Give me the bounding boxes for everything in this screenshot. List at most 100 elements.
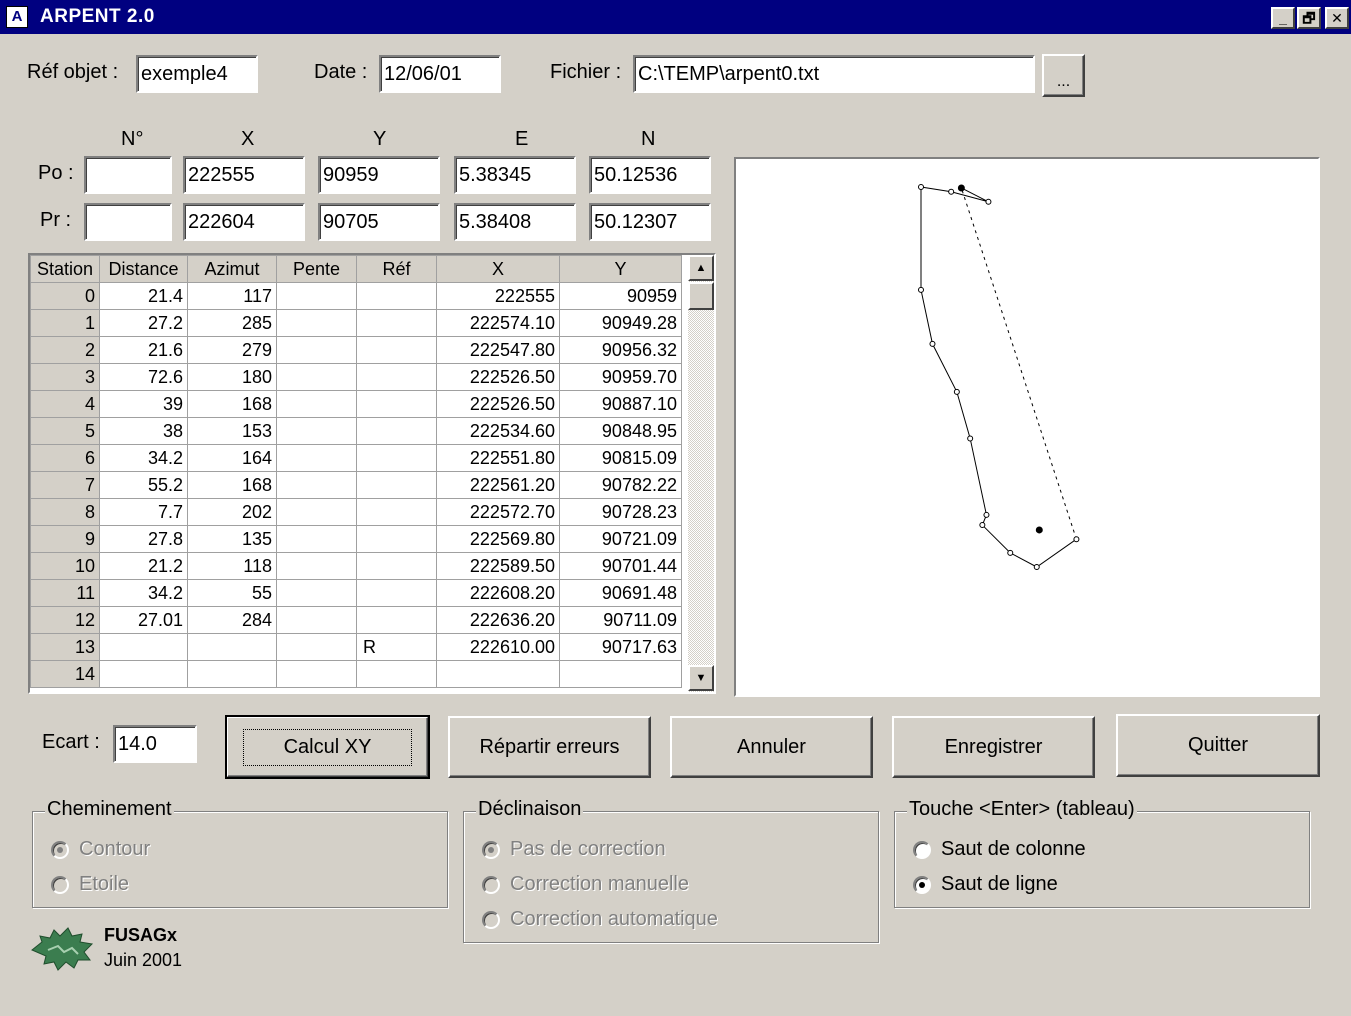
cell-pente[interactable] <box>276 552 357 580</box>
cell-pente[interactable] <box>276 633 357 661</box>
cell-station[interactable]: 6 <box>30 444 100 472</box>
cell-distance[interactable]: 72.6 <box>99 363 188 391</box>
cell-y[interactable]: 90728.23 <box>559 498 682 526</box>
table-row[interactable]: 12 27.01 284 222636.20 90711.09 <box>30 606 682 634</box>
cell-distance[interactable]: 7.7 <box>99 498 188 526</box>
station-point[interactable] <box>957 184 965 192</box>
traverse-plot[interactable] <box>734 157 1320 697</box>
cell-azimut[interactable] <box>187 633 277 661</box>
cell-x[interactable]: 222526.50 <box>436 390 560 418</box>
cell-ref[interactable] <box>356 336 437 364</box>
cell-distance[interactable]: 27.2 <box>99 309 188 337</box>
radio-correction-automatique[interactable]: Correction automatique <box>482 908 718 931</box>
table-row[interactable]: 3 72.6 180 222526.50 90959.70 <box>30 363 682 391</box>
radio-etoile-icon[interactable] <box>51 875 69 894</box>
cell-x[interactable]: 222608.20 <box>436 579 560 607</box>
cell-pente[interactable] <box>276 417 357 445</box>
cell-y[interactable]: 90701.44 <box>559 552 682 580</box>
cell-distance[interactable] <box>99 633 188 661</box>
radio-saut-ligne[interactable]: Saut de ligne <box>913 873 1058 896</box>
cell-azimut[interactable] <box>187 660 277 688</box>
restore-button[interactable]: 🗗 <box>1297 7 1321 29</box>
cell-y[interactable]: 90848.95 <box>559 417 682 445</box>
cell-azimut[interactable]: 117 <box>187 282 277 310</box>
cell-y[interactable]: 90815.09 <box>559 444 682 472</box>
cell-azimut[interactable]: 284 <box>187 606 277 634</box>
station-point[interactable] <box>985 198 992 205</box>
calcul-xy-button[interactable]: Calcul XY <box>225 715 430 779</box>
radio-correction-manuelle-icon[interactable] <box>482 875 500 894</box>
col-ref[interactable]: Réf <box>356 255 437 283</box>
cell-station[interactable]: 5 <box>30 417 100 445</box>
col-pente[interactable]: Pente <box>276 255 357 283</box>
cell-station[interactable]: 8 <box>30 498 100 526</box>
cell-azimut[interactable]: 168 <box>187 390 277 418</box>
cell-azimut[interactable]: 279 <box>187 336 277 364</box>
cell-distance[interactable] <box>99 660 188 688</box>
cell-ref[interactable] <box>356 444 437 472</box>
station-point[interactable] <box>953 388 960 395</box>
station-point[interactable] <box>983 511 990 518</box>
radio-saut-colonne-icon[interactable] <box>913 840 931 859</box>
cell-y[interactable]: 90959 <box>559 282 682 310</box>
cell-ref[interactable] <box>356 606 437 634</box>
cell-x[interactable] <box>436 660 560 688</box>
cell-station[interactable]: 9 <box>30 525 100 553</box>
table-row[interactable]: 10 21.2 118 222589.50 90701.44 <box>30 552 682 580</box>
cell-station[interactable]: 7 <box>30 471 100 499</box>
cell-x[interactable]: 222636.20 <box>436 606 560 634</box>
enregistrer-button[interactable]: Enregistrer <box>892 716 1095 778</box>
station-point[interactable] <box>948 188 955 195</box>
scroll-up-icon[interactable]: ▲ <box>688 255 714 281</box>
radio-correction-automatique-icon[interactable] <box>482 910 500 929</box>
col-station[interactable]: Station <box>30 255 100 283</box>
cell-pente[interactable] <box>276 282 357 310</box>
cell-x[interactable]: 222551.80 <box>436 444 560 472</box>
cell-x[interactable]: 222555 <box>436 282 560 310</box>
pr-num-input[interactable] <box>84 203 172 241</box>
po-x-input[interactable]: 222555 <box>183 156 305 194</box>
station-point[interactable] <box>1033 564 1040 570</box>
cell-azimut[interactable]: 118 <box>187 552 277 580</box>
station-point[interactable] <box>1035 526 1043 534</box>
cell-x[interactable]: 222569.80 <box>436 525 560 553</box>
cell-station[interactable]: 14 <box>30 660 100 688</box>
table-row[interactable]: 9 27.8 135 222569.80 90721.09 <box>30 525 682 553</box>
cell-ref[interactable] <box>356 390 437 418</box>
station-point[interactable] <box>967 435 974 442</box>
title-bar[interactable]: A ARPENT 2.0 _ 🗗 ✕ <box>0 0 1351 34</box>
cell-station[interactable]: 12 <box>30 606 100 634</box>
cell-distance[interactable]: 21.2 <box>99 552 188 580</box>
repartir-erreurs-button[interactable]: Répartir erreurs <box>448 716 651 778</box>
cell-station[interactable]: 1 <box>30 309 100 337</box>
cell-pente[interactable] <box>276 606 357 634</box>
table-row[interactable]: 5 38 153 222534.60 90848.95 <box>30 417 682 445</box>
minimize-button[interactable]: _ <box>1271 7 1295 29</box>
cell-pente[interactable] <box>276 363 357 391</box>
table-row[interactable]: 11 34.2 55 222608.20 90691.48 <box>30 579 682 607</box>
cell-ref[interactable] <box>356 579 437 607</box>
cell-distance[interactable]: 39 <box>99 390 188 418</box>
cell-ref[interactable] <box>356 282 437 310</box>
radio-saut-colonne[interactable]: Saut de colonne <box>913 838 1086 861</box>
cell-distance[interactable]: 21.4 <box>99 282 188 310</box>
cell-azimut[interactable]: 168 <box>187 471 277 499</box>
cell-pente[interactable] <box>276 525 357 553</box>
cell-distance[interactable]: 55.2 <box>99 471 188 499</box>
cell-y[interactable]: 90711.09 <box>559 606 682 634</box>
table-row[interactable]: 2 21.6 279 222547.80 90956.32 <box>30 336 682 364</box>
station-point[interactable] <box>918 184 924 190</box>
table-row[interactable]: 14 <box>30 660 682 688</box>
cell-azimut[interactable]: 202 <box>187 498 277 526</box>
pr-y-input[interactable]: 90705 <box>318 203 440 241</box>
cell-distance[interactable]: 21.6 <box>99 336 188 364</box>
cell-ref[interactable] <box>356 498 437 526</box>
cell-distance[interactable]: 27.01 <box>99 606 188 634</box>
cell-y[interactable]: 90956.32 <box>559 336 682 364</box>
cell-ref[interactable] <box>356 363 437 391</box>
cell-ref[interactable] <box>356 552 437 580</box>
table-row[interactable]: 7 55.2 168 222561.20 90782.22 <box>30 471 682 499</box>
cell-y[interactable]: 90959.70 <box>559 363 682 391</box>
cell-x[interactable]: 222534.60 <box>436 417 560 445</box>
table-row[interactable]: 0 21.4 117 222555 90959 <box>30 282 682 310</box>
